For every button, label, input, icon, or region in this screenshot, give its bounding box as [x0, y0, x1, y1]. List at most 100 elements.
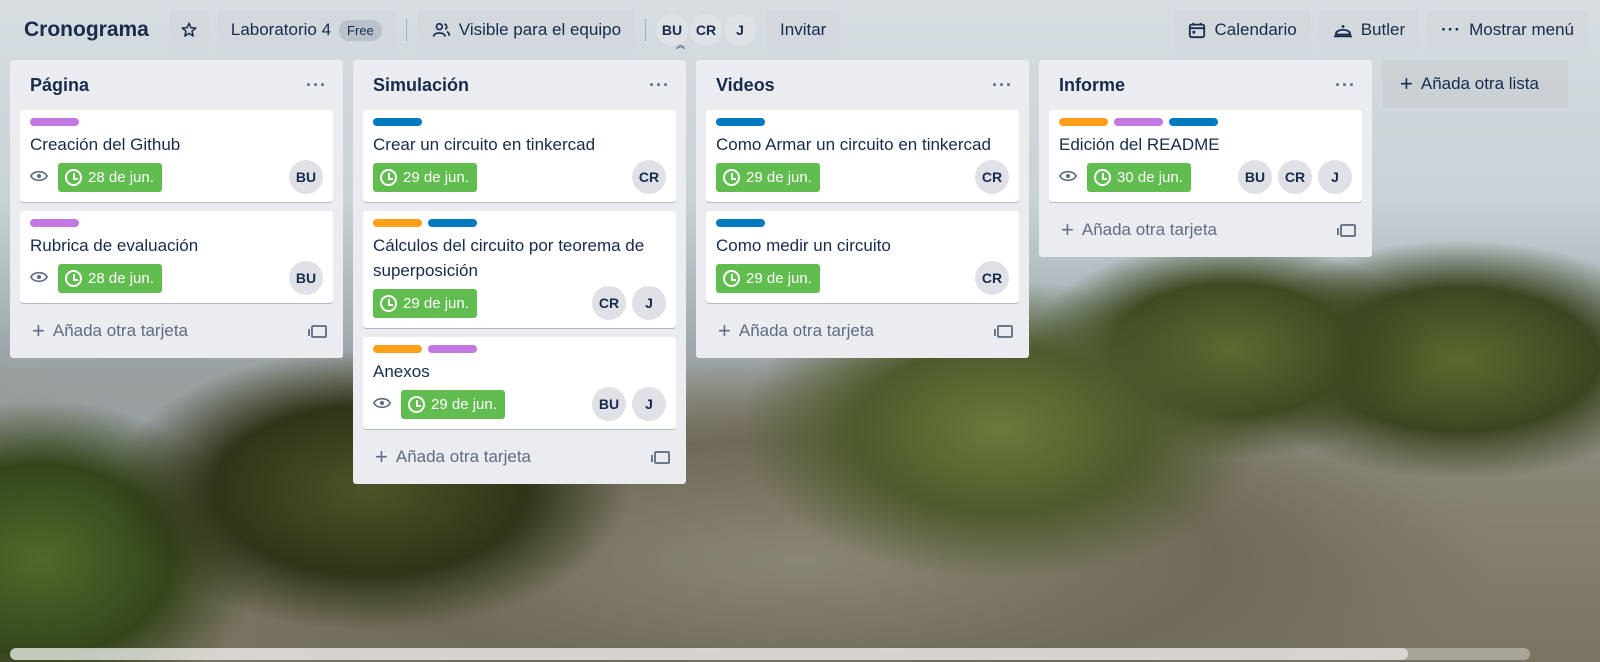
due-date-badge[interactable]: 29 de jun.	[401, 389, 505, 419]
due-date-badge[interactable]: 29 de jun.	[716, 263, 820, 293]
member-avatar[interactable]: BU	[1238, 160, 1272, 194]
member-avatar[interactable]: J	[632, 387, 666, 421]
label-purple[interactable]	[428, 345, 477, 353]
clock-icon	[408, 395, 425, 413]
card-labels	[373, 219, 666, 227]
label-blue[interactable]	[428, 219, 477, 227]
eye-icon	[372, 394, 392, 414]
card-labels	[30, 118, 323, 126]
label-blue[interactable]	[716, 219, 765, 227]
add-card-button[interactable]: + Añada otra tarjeta	[706, 312, 1019, 350]
add-card-button[interactable]: + Añada otra tarjeta	[1049, 211, 1362, 249]
label-blue[interactable]	[373, 118, 422, 126]
card-badges-row: 30 de jun. BU CR J	[1058, 160, 1352, 194]
due-date-text: 29 de jun.	[403, 168, 469, 186]
card-template-icon[interactable]	[994, 324, 1013, 338]
star-button[interactable]	[168, 11, 209, 49]
plan-badge: Free	[339, 19, 382, 41]
list-title[interactable]: Simulación	[373, 75, 469, 96]
eye-icon	[29, 268, 49, 288]
scrollbar-thumb[interactable]	[10, 648, 1409, 660]
list-menu-button[interactable]: ···	[306, 75, 327, 96]
invite-button[interactable]: Invitar	[766, 11, 841, 49]
due-date-text: 28 de jun.	[88, 269, 154, 287]
calendar-button[interactable]: Calendario	[1174, 11, 1311, 49]
calendar-label: Calendario	[1214, 20, 1297, 39]
add-card-button[interactable]: + Añada otra tarjeta	[20, 312, 333, 350]
plus-icon: +	[718, 318, 731, 343]
card[interactable]: Como medir un circuito 29 de jun. CR	[706, 211, 1019, 303]
list-header: Videos ···	[706, 60, 1019, 110]
due-date-text: 29 de jun.	[746, 168, 812, 186]
card-badges: 29 de jun.	[716, 263, 820, 293]
card[interactable]: Cálculos del circuito por teorema de sup…	[363, 211, 676, 328]
card-template-icon[interactable]	[308, 324, 327, 338]
member-avatar[interactable]: J	[1318, 160, 1352, 194]
member-avatar[interactable]: CR	[592, 286, 626, 320]
add-card-button[interactable]: + Añada otra tarjeta	[363, 438, 676, 476]
card[interactable]: Rubrica de evaluación 28 de jun. BU	[20, 211, 333, 303]
show-menu-button[interactable]: ··· Mostrar menú	[1427, 11, 1588, 49]
label-purple[interactable]	[30, 118, 79, 126]
plus-icon: +	[1400, 71, 1413, 96]
list-menu-button[interactable]: ···	[1335, 75, 1356, 96]
add-list-button[interactable]: + Añada otra lista	[1382, 60, 1568, 108]
member-avatar[interactable]: CR	[690, 14, 723, 46]
card-template-icon[interactable]	[651, 450, 670, 464]
card-template-icon[interactable]	[1337, 223, 1356, 237]
due-date-badge[interactable]: 28 de jun.	[58, 162, 162, 192]
due-date-badge[interactable]: 30 de jun.	[1087, 162, 1191, 192]
label-blue[interactable]	[716, 118, 765, 126]
clock-icon	[723, 168, 740, 186]
member-avatar[interactable]: J	[724, 14, 757, 46]
list-header: Simulación ···	[363, 60, 676, 110]
card-badges-row: 28 de jun. BU	[29, 261, 323, 295]
card-title: Cálculos del circuito por teorema de sup…	[373, 236, 645, 280]
add-card-label: + Añada otra tarjeta	[375, 446, 531, 468]
list-menu-button[interactable]: ···	[649, 75, 670, 96]
label-blue[interactable]	[1169, 118, 1218, 126]
member-avatar[interactable]: J	[632, 286, 666, 320]
list-title[interactable]: Videos	[716, 75, 775, 96]
card-badges-row: 28 de jun. BU	[29, 160, 323, 194]
card[interactable]: Creación del Github 28 de jun. BU	[20, 110, 333, 202]
due-date-badge[interactable]: 29 de jun.	[716, 162, 820, 192]
member-avatar[interactable]: BU	[289, 160, 323, 194]
label-orange[interactable]	[373, 219, 422, 227]
card[interactable]: Crear un circuito en tinkercad 29 de jun.…	[363, 110, 676, 202]
member-avatar[interactable]: BU	[592, 387, 626, 421]
card-title: Creación del Github	[30, 135, 181, 154]
member-avatar[interactable]: CR	[632, 160, 666, 194]
card-members: CR J	[592, 286, 666, 320]
member-avatar[interactable]: CR	[1278, 160, 1312, 194]
butler-button[interactable]: Butler	[1318, 11, 1420, 49]
board-title[interactable]: Cronograma	[24, 18, 149, 42]
list-menu-button[interactable]: ···	[992, 75, 1013, 96]
list: Videos ··· Como Armar un circuito en tinke…	[696, 60, 1029, 358]
due-date-badge[interactable]: 29 de jun.	[373, 162, 477, 192]
due-date-text: 28 de jun.	[88, 168, 154, 186]
visibility-button[interactable]: Visible para el equipo	[416, 11, 636, 49]
card-title: Como medir un circuito	[716, 236, 891, 255]
card[interactable]: Como Armar un circuito en tinkercad 29 de…	[706, 110, 1019, 202]
list-title[interactable]: Página	[30, 75, 89, 96]
label-orange[interactable]	[373, 345, 422, 353]
workspace-button[interactable]: Laboratorio 4 Free	[216, 11, 396, 49]
card-members: BU J	[592, 387, 666, 421]
card-badges-row: 29 de jun. CR	[716, 261, 1009, 295]
label-purple[interactable]	[1114, 118, 1163, 126]
due-date-badge[interactable]: 29 de jun.	[373, 288, 477, 318]
label-purple[interactable]	[30, 219, 79, 227]
card[interactable]: Edición del README 30 de jun. BU CR J	[1049, 110, 1362, 202]
label-orange[interactable]	[1059, 118, 1108, 126]
add-card-label: + Añada otra tarjeta	[32, 320, 188, 342]
card-badges: 28 de jun.	[29, 162, 162, 192]
member-avatar[interactable]: CR	[975, 160, 1009, 194]
due-date-badge[interactable]: 28 de jun.	[58, 263, 162, 293]
card-badges-row: 29 de jun. CR	[716, 160, 1009, 194]
member-avatar[interactable]: CR	[975, 261, 1009, 295]
member-avatar[interactable]: BU	[289, 261, 323, 295]
card[interactable]: Anexos 29 de jun. BU J	[363, 337, 676, 429]
horizontal-scrollbar[interactable]	[10, 648, 1530, 660]
list-title[interactable]: Informe	[1059, 75, 1125, 96]
